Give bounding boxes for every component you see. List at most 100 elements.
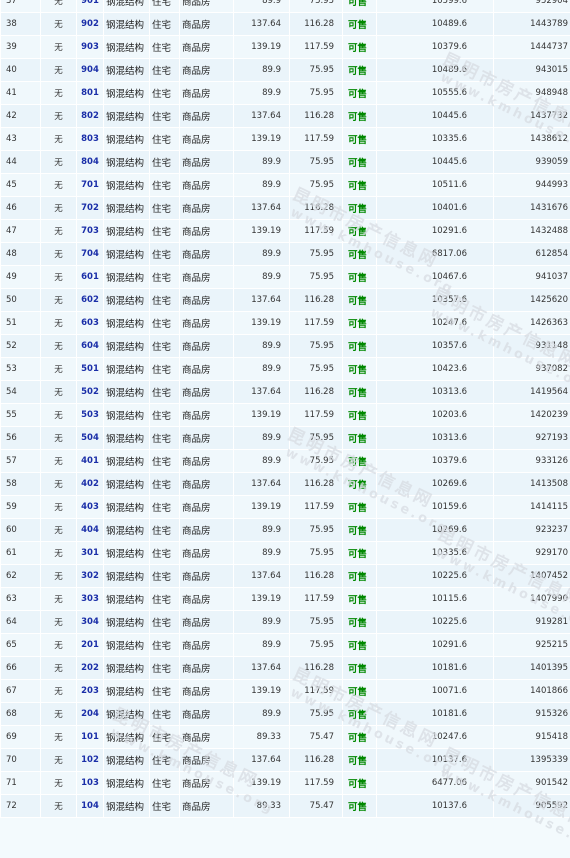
unit-price-cell: 10203.6: [377, 404, 494, 427]
property-type-cell: 商品房: [180, 381, 234, 404]
room-number-cell[interactable]: 602: [77, 289, 104, 312]
total-price-cell: 1444737: [494, 36, 570, 59]
structure-cell: 钢混结构: [104, 703, 150, 726]
unit-price-cell: 10445.6: [377, 105, 494, 128]
inner-area-cell: 116.28: [290, 749, 343, 772]
structure-cell: 钢混结构: [104, 542, 150, 565]
presale-flag-cell: 无: [41, 427, 77, 450]
property-type-cell: 商品房: [180, 358, 234, 381]
property-type-cell: 商品房: [180, 82, 234, 105]
room-number-cell[interactable]: 304: [77, 611, 104, 634]
sale-status-cell: 可售: [343, 680, 377, 703]
room-number-cell[interactable]: 804: [77, 151, 104, 174]
usage-cell: 住宅: [150, 657, 180, 680]
table-row: 56无504钢混结构住宅商品房89.975.95可售10313.6927193: [1, 427, 570, 450]
room-number-cell[interactable]: 302: [77, 565, 104, 588]
structure-cell: 钢混结构: [104, 197, 150, 220]
room-number-cell[interactable]: 303: [77, 588, 104, 611]
row-number-cell: 48: [1, 243, 41, 266]
inner-area-cell: 117.59: [290, 128, 343, 151]
presale-flag-cell: 无: [41, 611, 77, 634]
room-number-cell[interactable]: 503: [77, 404, 104, 427]
room-number-cell[interactable]: 402: [77, 473, 104, 496]
total-price-cell: 939059: [494, 151, 570, 174]
floor-area-cell: 89.9: [234, 335, 290, 358]
sale-status-cell: 可售: [343, 726, 377, 749]
room-number-cell[interactable]: 604: [77, 335, 104, 358]
property-type-cell: 商品房: [180, 634, 234, 657]
room-number-cell[interactable]: 704: [77, 243, 104, 266]
property-type-cell: 商品房: [180, 680, 234, 703]
listing-table: 37无901钢混结构住宅商品房89.975.95可售10599.69529043…: [0, 0, 570, 818]
inner-area-cell: 75.95: [290, 358, 343, 381]
usage-cell: 住宅: [150, 565, 180, 588]
room-number-cell[interactable]: 103: [77, 772, 104, 795]
room-number-cell[interactable]: 502: [77, 381, 104, 404]
room-number-cell[interactable]: 802: [77, 105, 104, 128]
row-number-cell: 50: [1, 289, 41, 312]
total-price-cell: 952904: [494, 0, 570, 13]
table-row: 44无804钢混结构住宅商品房89.975.95可售10445.6939059: [1, 151, 570, 174]
unit-price-cell: 10335.6: [377, 542, 494, 565]
property-type-cell: 商品房: [180, 197, 234, 220]
presale-flag-cell: 无: [41, 749, 77, 772]
room-number-cell[interactable]: 401: [77, 450, 104, 473]
room-number-cell[interactable]: 404: [77, 519, 104, 542]
room-number-cell[interactable]: 603: [77, 312, 104, 335]
room-number-cell[interactable]: 902: [77, 13, 104, 36]
room-number-cell[interactable]: 202: [77, 657, 104, 680]
room-number-cell[interactable]: 501: [77, 358, 104, 381]
room-number-cell[interactable]: 701: [77, 174, 104, 197]
room-number-cell[interactable]: 702: [77, 197, 104, 220]
sale-status-cell: 可售: [343, 266, 377, 289]
inner-area-cell: 117.59: [290, 404, 343, 427]
room-number-cell[interactable]: 801: [77, 82, 104, 105]
usage-cell: 住宅: [150, 634, 180, 657]
room-number-cell[interactable]: 901: [77, 0, 104, 13]
inner-area-cell: 75.95: [290, 82, 343, 105]
unit-price-cell: 10247.6: [377, 726, 494, 749]
structure-cell: 钢混结构: [104, 105, 150, 128]
usage-cell: 住宅: [150, 151, 180, 174]
property-type-cell: 商品房: [180, 151, 234, 174]
unit-price-cell: 10181.6: [377, 657, 494, 680]
table-row: 58无402钢混结构住宅商品房137.64116.28可售10269.61413…: [1, 473, 570, 496]
room-number-cell[interactable]: 201: [77, 634, 104, 657]
room-number-cell[interactable]: 403: [77, 496, 104, 519]
room-number-cell[interactable]: 803: [77, 128, 104, 151]
sale-status-cell: 可售: [343, 634, 377, 657]
unit-price-cell: 10401.6: [377, 197, 494, 220]
row-number-cell: 67: [1, 680, 41, 703]
total-price-cell: 929170: [494, 542, 570, 565]
room-number-cell[interactable]: 601: [77, 266, 104, 289]
property-type-cell: 商品房: [180, 36, 234, 59]
room-number-cell[interactable]: 204: [77, 703, 104, 726]
usage-cell: 住宅: [150, 174, 180, 197]
floor-area-cell: 137.64: [234, 13, 290, 36]
total-price-cell: 1407452: [494, 565, 570, 588]
unit-price-cell: 10423.6: [377, 358, 494, 381]
usage-cell: 住宅: [150, 496, 180, 519]
room-number-cell[interactable]: 104: [77, 795, 104, 818]
inner-area-cell: 75.95: [290, 243, 343, 266]
room-number-cell[interactable]: 903: [77, 36, 104, 59]
unit-price-cell: 10071.6: [377, 680, 494, 703]
property-type-cell: 商品房: [180, 588, 234, 611]
inner-area-cell: 117.59: [290, 588, 343, 611]
property-type-cell: 商品房: [180, 174, 234, 197]
room-number-cell[interactable]: 203: [77, 680, 104, 703]
room-number-cell[interactable]: 301: [77, 542, 104, 565]
structure-cell: 钢混结构: [104, 82, 150, 105]
unit-price-cell: 10181.6: [377, 703, 494, 726]
table-row: 67无203钢混结构住宅商品房139.19117.59可售10071.61401…: [1, 680, 570, 703]
sale-status-cell: 可售: [343, 243, 377, 266]
unit-price-cell: 10489.6: [377, 59, 494, 82]
property-type-cell: 商品房: [180, 105, 234, 128]
table-row: 51无603钢混结构住宅商品房139.19117.59可售10247.61426…: [1, 312, 570, 335]
room-number-cell[interactable]: 101: [77, 726, 104, 749]
presale-flag-cell: 无: [41, 312, 77, 335]
room-number-cell[interactable]: 703: [77, 220, 104, 243]
room-number-cell[interactable]: 904: [77, 59, 104, 82]
room-number-cell[interactable]: 504: [77, 427, 104, 450]
room-number-cell[interactable]: 102: [77, 749, 104, 772]
